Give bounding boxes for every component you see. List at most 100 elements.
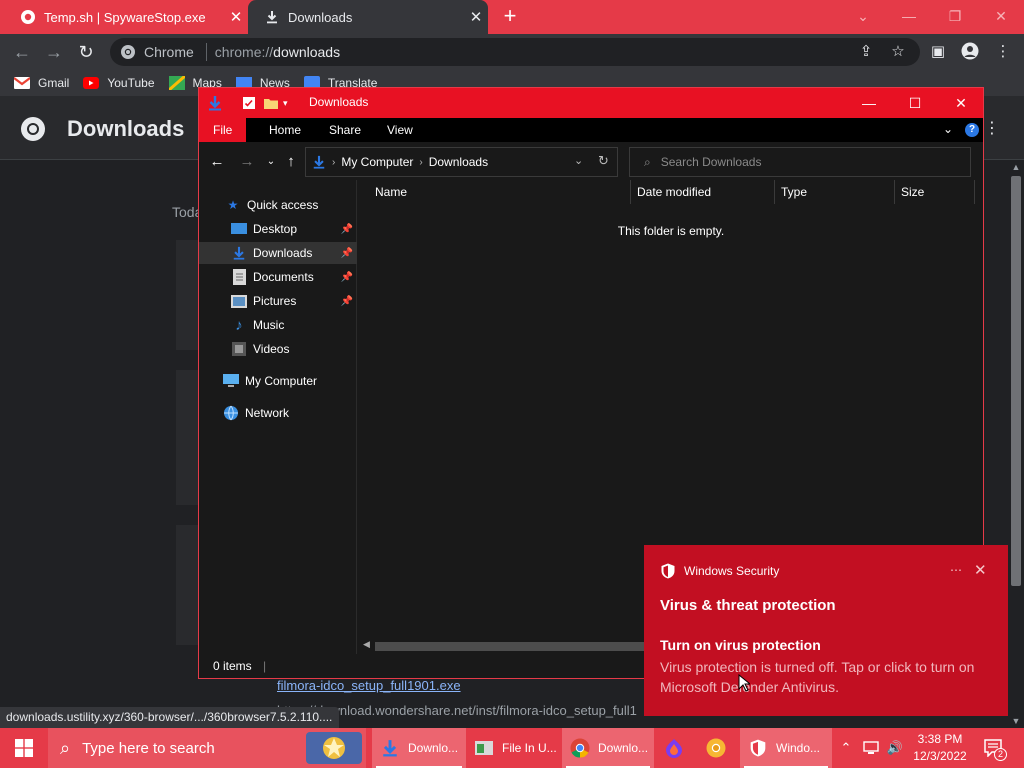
explorer-navigation-bar: ← → ⌄ ↑ › My Computer › Downloads ⌄ ↻ ⌕ … [199,142,983,180]
explorer-address-bar[interactable]: › My Computer › Downloads ⌄ ↻ [305,147,618,177]
scrollbar-thumb[interactable] [1011,176,1021,586]
bookmark-star-icon[interactable]: ☆ [888,42,908,62]
toast-app-name: Windows Security [684,564,780,578]
tab-file[interactable]: File [199,118,247,142]
back-button[interactable]: ← [207,152,227,172]
column-size[interactable]: Size [895,180,975,204]
computer-icon [223,373,239,389]
taskbar-app-chrome-canary[interactable] [698,728,738,768]
breadcrumb-my-computer[interactable]: My Computer [341,155,413,169]
show-hidden-icons[interactable]: ⌃ [836,728,856,768]
horizontal-scrollbar[interactable]: ◀ [359,638,649,654]
notification-center-icon[interactable]: 2 [980,728,1008,768]
network-status-icon[interactable] [860,728,882,768]
maximize-button[interactable]: ☐ [892,88,938,118]
new-folder-icon[interactable] [263,95,279,111]
volume-icon[interactable]: 🔊 [884,728,906,768]
restore-button[interactable]: ❐ [932,0,978,32]
network-icon [223,405,239,421]
start-button[interactable] [0,728,48,768]
refresh-icon[interactable]: ↻ [598,153,609,169]
taskbar-app-windows-security[interactable]: Windo... [740,728,832,768]
nav-documents[interactable]: Documents 📌 [199,266,357,288]
browser-tab-strip: Temp.sh | SpywareStop.exe ✕ Downloads ✕ … [0,0,1024,34]
shield-icon [661,563,675,579]
chevron-right-icon: › [419,156,423,168]
column-type[interactable]: Type [775,180,895,204]
up-button[interactable]: ↑ [281,152,301,172]
nav-videos[interactable]: Videos [199,338,357,360]
forward-button[interactable]: → [41,39,67,65]
taskbar-search-box[interactable]: ⌕ Type here to search [48,728,366,768]
reload-button[interactable]: ↻ [73,39,99,65]
downloads-menu-icon[interactable]: ⋮ [984,118,1000,138]
window-title: Downloads [309,95,369,109]
chrome-chip: Chrome [120,44,194,60]
new-tab-button[interactable]: + [498,4,522,28]
scrollbar-thumb[interactable] [375,642,645,651]
close-window-button[interactable]: ✕ [978,0,1024,32]
documents-icon [231,269,247,285]
tab-downloads[interactable]: Downloads ✕ [248,0,488,34]
url-scheme: chrome:// [214,44,274,60]
nav-quick-access[interactable]: ★ Quick access [199,194,357,216]
close-tab-icon[interactable]: ✕ [224,8,248,26]
scroll-left-icon[interactable]: ◀ [363,639,370,650]
close-tab-icon[interactable]: ✕ [464,8,488,26]
address-dropdown-icon[interactable]: ⌄ [574,154,583,167]
taskbar-app-explorer[interactable]: Downlo... [372,728,466,768]
quick-access-dropdown-icon[interactable]: ▾ [283,95,299,111]
downloads-arrow-icon [209,96,221,111]
close-icon[interactable]: ✕ [974,561,987,579]
nav-pictures[interactable]: Pictures 📌 [199,290,357,312]
taskbar-app-chrome[interactable]: Downlo... [562,728,654,768]
windows-security-toast[interactable]: Windows Security ⋯ ✕ Virus & threat prot… [644,545,1008,716]
page-scrollbar[interactable]: ▲ ▼ [1008,160,1024,728]
bookmark-gmail[interactable]: Gmail [14,76,69,90]
chrome-menu-icon[interactable]: ⋮ [993,42,1013,62]
taskbar-clock[interactable]: 3:38 PM 12/3/2022 [906,731,974,765]
taskbar-app-firefox[interactable] [656,728,696,768]
nav-network[interactable]: Network [199,402,357,424]
tab-view[interactable]: View [373,118,427,142]
scroll-down-icon[interactable]: ▼ [1008,716,1024,726]
nav-downloads[interactable]: Downloads 📌 [199,242,357,264]
expand-ribbon-icon[interactable]: ⌄ [943,122,953,136]
share-icon[interactable]: ⇪ [856,42,876,62]
chrome-chip-label: Chrome [144,44,194,60]
column-name[interactable]: Name [369,180,631,204]
bookmark-label: YouTube [107,76,155,90]
forward-button[interactable]: → [237,152,257,172]
search-downloads-input[interactable]: ⌕ Search Downloads [629,147,971,177]
download-file-link[interactable]: filmora-idco_setup_full1901.exe [277,678,461,693]
status-divider: | [263,659,267,673]
bookmark-youtube[interactable]: YouTube [83,76,155,90]
tab-search-icon[interactable]: ⌄ [840,0,886,32]
clock-time: 3:38 PM [917,732,963,746]
taskbar-app-file-in-use[interactable]: File In U... [466,728,558,768]
tab-share[interactable]: Share [315,118,375,142]
taskbar-app-label: Downlo... [408,741,459,755]
tab-tempsh[interactable]: Temp.sh | SpywareStop.exe ✕ [4,0,248,34]
omnibox-separator [205,43,207,61]
address-bar[interactable]: Chrome chrome:// downloads [110,38,920,66]
nav-desktop[interactable]: Desktop 📌 [199,218,357,240]
firefox-nightly-icon [664,738,684,758]
minimize-button[interactable]: — [846,88,892,118]
close-button[interactable]: ✕ [938,88,984,118]
properties-icon[interactable] [241,95,257,111]
scroll-up-icon[interactable]: ▲ [1008,162,1024,172]
back-button[interactable]: ← [9,39,35,65]
minimize-button[interactable]: — [886,0,932,32]
tab-home[interactable]: Home [255,118,315,142]
help-icon[interactable]: ? [965,123,979,137]
nav-music[interactable]: ♪ Music [199,314,357,336]
windows-security-icon [748,738,768,758]
more-options-icon[interactable]: ⋯ [950,563,962,577]
nav-my-computer[interactable]: My Computer [199,370,357,392]
recent-locations-icon[interactable]: ⌄ [261,152,281,172]
column-date-modified[interactable]: Date modified [631,180,775,204]
side-panel-icon[interactable]: ▣ [928,42,948,62]
breadcrumb-downloads[interactable]: Downloads [429,155,488,169]
profile-avatar-icon[interactable] [960,42,980,62]
